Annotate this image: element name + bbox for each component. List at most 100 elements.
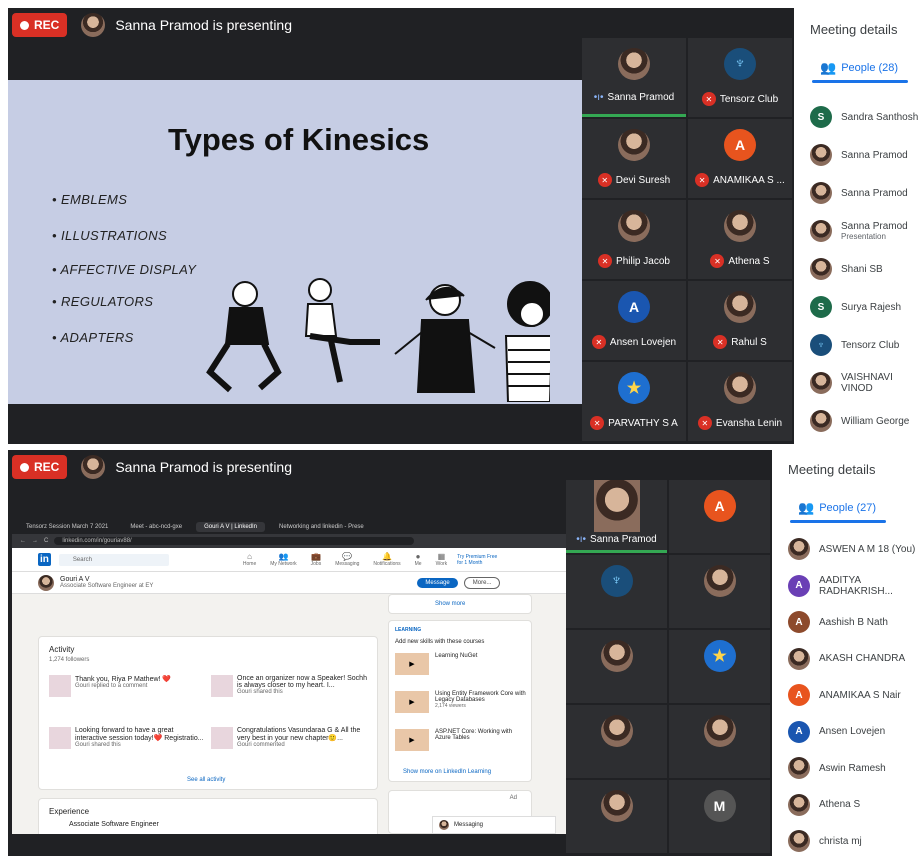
tab-people[interactable]: 👥 People (28): [820, 60, 898, 76]
person-avatar: [788, 793, 810, 816]
nav-item[interactable]: 💼 Jobs: [311, 552, 322, 567]
person-name: Shani SB: [841, 263, 883, 275]
participant-tile[interactable]: ✕ Devi Suresh: [582, 119, 686, 198]
participant-tile[interactable]: [566, 630, 667, 703]
person-row[interactable]: S Surya Rajesh: [810, 296, 901, 318]
person-avatar: A: [788, 720, 810, 743]
browser-tab[interactable]: Meet - abc-ncd-gxe: [122, 522, 190, 532]
participant-tile[interactable]: •ı• Sanna Pramod: [582, 38, 686, 117]
slide-bullet: • ADAPTERS: [52, 330, 134, 345]
participant-tile[interactable]: [669, 705, 770, 778]
post-meta: Gouri shared this: [75, 742, 121, 748]
messaging-label: Messaging: [454, 822, 484, 828]
people-list: ASWEN A M 18 (You) A AADITYA RADHAKRISH...…: [788, 538, 922, 856]
course-item[interactable]: ▶ Using Entity Framework Core with Legacy…: [395, 691, 527, 713]
participant-tile[interactable]: A: [669, 480, 770, 553]
person-row[interactable]: Shani SB: [810, 258, 883, 280]
person-name: Tensorz Club: [841, 339, 900, 351]
person-row[interactable]: Sanna Pramod Presentation: [810, 220, 908, 242]
participant-tile[interactable]: M: [669, 780, 770, 853]
nav-item[interactable]: ▦ Work: [436, 552, 448, 567]
messaging-bar[interactable]: Messaging: [432, 816, 556, 834]
forward-icon[interactable]: →: [32, 538, 38, 544]
person-row[interactable]: A Ansen Lovejen: [788, 720, 885, 743]
person-row[interactable]: Sanna Pramod: [810, 144, 908, 166]
person-name: Aashish B Nath: [819, 616, 888, 628]
participant-name-row: ✕ ANAMIKAA S ...: [688, 173, 792, 187]
person-row[interactable]: Sanna Pramod: [810, 182, 908, 204]
person-row[interactable]: ASWEN A M 18 (You): [788, 538, 915, 560]
participant-avatar: [724, 291, 756, 323]
participant-tile[interactable]: [566, 705, 667, 778]
nav-item[interactable]: 👥 My Network: [270, 552, 296, 567]
person-row[interactable]: A AADITYA RADHAKRISH...: [788, 574, 922, 597]
nav-item[interactable]: 💬 Messaging: [335, 552, 359, 567]
activity-post[interactable]: Looking forward to have a great interact…: [49, 727, 207, 749]
participant-video: [593, 480, 640, 532]
participant-tile[interactable]: ✕ Philip Jacob: [582, 200, 686, 279]
participant-tile[interactable]: [566, 780, 667, 853]
person-row[interactable]: William George: [810, 410, 909, 432]
browser-tab[interactable]: Networking and linkedin - Prese: [271, 522, 372, 532]
mic-off-icon: ✕: [590, 416, 605, 430]
activity-post[interactable]: Congratulations Vasundaraa G & All the v…: [211, 727, 369, 749]
person-row[interactable]: Athena S: [788, 793, 860, 816]
participant-tile[interactable]: ♆ ✕ Tensorz Club: [688, 38, 792, 117]
message-button[interactable]: Message: [417, 577, 458, 588]
nav-item[interactable]: ⌂ Home: [243, 552, 256, 567]
tab-people[interactable]: 👥 People (27): [798, 500, 876, 516]
person-row[interactable]: S Sandra Santhosh: [810, 106, 918, 128]
person-row[interactable]: ♆ Tensorz Club: [810, 334, 899, 356]
mic-off-icon: ✕: [591, 335, 606, 349]
person-row[interactable]: A Aashish B Nath: [788, 611, 888, 633]
more-button[interactable]: More...: [463, 576, 501, 589]
participant-tile[interactable]: ★ ✕ PARVATHY S A: [582, 362, 686, 441]
search-input[interactable]: Search: [58, 553, 169, 566]
participant-name: Philip Jacob: [616, 255, 670, 267]
participant-name: ANAMIKAA S ...: [713, 174, 785, 186]
person-row[interactable]: christa mj: [788, 830, 862, 852]
show-more-link[interactable]: Show more: [435, 601, 465, 607]
nav-item[interactable]: ● Me: [415, 552, 422, 567]
tensorz-logo-icon: ♆: [724, 48, 756, 80]
presenting-label: Sanna Pramod is presenting: [115, 459, 293, 475]
slide-bullet: • ILLUSTRATIONS: [52, 228, 168, 243]
course-item[interactable]: ▶ Learning NuGet: [395, 653, 527, 675]
person-row[interactable]: Aswin Ramesh: [788, 757, 886, 779]
course-item[interactable]: ▶ ASP.NET Core: Working with Azure Tables: [395, 729, 527, 751]
show-learning-link[interactable]: Show more on LinkedIn Learning: [403, 769, 491, 775]
linkedin-logo[interactable]: in: [38, 553, 51, 566]
see-all-activity-link[interactable]: See all activity: [187, 777, 225, 783]
browser-tab[interactable]: Gouri A V | LinkedIn: [196, 522, 266, 532]
participant-tile[interactable]: [669, 555, 770, 628]
url-field[interactable]: linkedin.com/in/gouriav88/: [54, 537, 415, 545]
person-name: Surya Rajesh: [841, 301, 902, 313]
activity-post[interactable]: Thank you, Riya P Mathew! ❤️ Gouri replie…: [49, 675, 207, 697]
participant-tile[interactable]: •ı• Sanna Pramod: [566, 480, 667, 553]
nav-item[interactable]: 🔔 Notifications: [373, 552, 400, 567]
participant-tile[interactable]: ✕ Rahul S: [688, 281, 792, 360]
participant-tile[interactable]: A ✕ Ansen Lovejen: [582, 281, 686, 360]
back-icon[interactable]: ←: [20, 538, 26, 544]
participant-tile[interactable]: ✕ Evansha Lenin: [688, 362, 792, 441]
person-avatar: S: [810, 106, 832, 128]
record-dot-icon: [20, 20, 29, 30]
participant-tile[interactable]: ♆: [566, 555, 667, 628]
participant-grid: •ı• Sanna Pramod ♆ ✕ Tensorz Club ✕ Devi Sures…: [582, 38, 794, 444]
browser-tab[interactable]: Tensorz Session March 7 2021: [18, 522, 116, 532]
participant-tile[interactable]: ★: [669, 630, 770, 703]
premium-link[interactable]: Try Premium Free for 1 Month: [457, 554, 503, 566]
people-list: S Sandra Santhosh Sanna Pramod Sanna Pramod…: [810, 106, 922, 444]
participant-name-row: •ı• Sanna Pramod: [566, 534, 667, 545]
activity-card: Activity 1,274 followers Thank you, Riya…: [38, 636, 378, 790]
person-subtitle: Presentation: [841, 232, 886, 241]
participant-tile[interactable]: ✕ Athena S: [688, 200, 792, 279]
participant-tile[interactable]: A ✕ ANAMIKAA S ...: [688, 119, 792, 198]
reload-icon[interactable]: C: [44, 538, 48, 544]
person-row[interactable]: VAISHNAVI VINOD: [810, 372, 922, 394]
slide-bullet: • AFFECTIVE DISPLAY: [52, 262, 197, 277]
activity-post[interactable]: Once an organizer now a Speaker! Sochh i…: [211, 675, 369, 697]
participant-avatar: A: [618, 291, 650, 323]
person-row[interactable]: A ANAMIKAA S Nair: [788, 684, 901, 706]
person-row[interactable]: AKASH CHANDRA: [788, 647, 905, 670]
